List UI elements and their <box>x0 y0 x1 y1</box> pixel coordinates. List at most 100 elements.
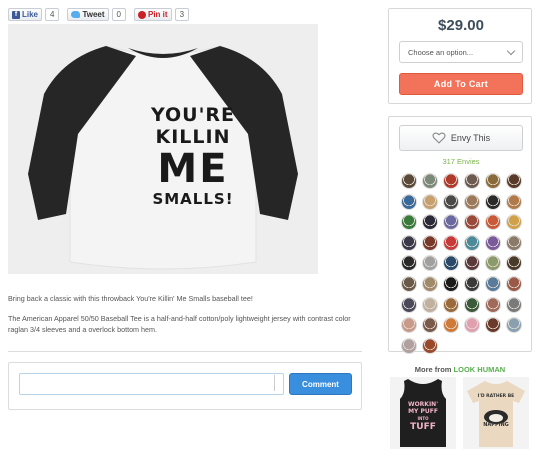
thumb2-line-1: I'D RATHER BE <box>477 394 515 399</box>
avatar[interactable] <box>485 193 501 210</box>
thumb2-line-2: NAPPING <box>483 422 509 428</box>
avatar[interactable] <box>443 193 459 210</box>
avatar[interactable] <box>422 296 438 313</box>
avatar[interactable] <box>506 296 522 313</box>
pinterest-icon <box>138 10 146 19</box>
avatar[interactable] <box>422 317 438 334</box>
shirt-line-1: YOU'RE <box>150 104 236 126</box>
section-divider <box>8 351 362 352</box>
option-select-placeholder: Choose an option... <box>408 47 474 57</box>
facebook-like-label: Like <box>22 10 39 19</box>
avatar[interactable] <box>401 275 417 292</box>
comment-form: Comment <box>8 362 362 410</box>
avatar[interactable] <box>443 234 459 251</box>
product-description-long: The American Apparel 50/50 Baseball Tee … <box>8 314 351 334</box>
avatar[interactable] <box>464 173 480 189</box>
avatar[interactable] <box>401 296 417 313</box>
thumb2-print: I'D RATHER BE NAPPING <box>463 393 529 429</box>
pin-it-count: 3 <box>174 8 190 21</box>
avatar[interactable] <box>485 234 501 251</box>
avatar[interactable] <box>506 173 522 189</box>
avatar[interactable] <box>485 214 501 231</box>
avatar[interactable] <box>506 255 522 272</box>
chevron-down-icon <box>506 46 516 56</box>
avatar[interactable] <box>443 255 459 272</box>
avatar[interactable] <box>485 275 501 292</box>
avatar[interactable] <box>443 173 459 189</box>
twitter-bird-icon <box>71 11 81 18</box>
avatar[interactable] <box>401 337 417 354</box>
shirt-line-3: ME <box>157 146 229 192</box>
envy-this-label: Envy This <box>450 133 491 143</box>
thumb1-line-3: INTO <box>417 416 429 421</box>
thumb1-line-4: TUFF <box>410 422 436 432</box>
avatar[interactable] <box>464 214 480 231</box>
avatar[interactable] <box>443 275 459 292</box>
more-from-prefix: More from <box>414 365 452 374</box>
avatar[interactable] <box>422 173 438 189</box>
avatar[interactable] <box>485 296 501 313</box>
purchase-panel: $29.00 Choose an option... Add To Cart <box>388 8 532 104</box>
tweet-button[interactable]: Tweet 0 <box>67 8 126 21</box>
avatar[interactable] <box>464 255 480 272</box>
avatar[interactable] <box>485 173 501 189</box>
pin-it-button[interactable]: Pin it 3 <box>134 8 190 21</box>
shirt-print-text: YOU'RE KILLIN ME SMALLS! <box>128 104 258 208</box>
related-product-thumbnail[interactable]: I'D RATHER BE NAPPING <box>463 377 529 449</box>
avatar[interactable] <box>422 234 438 251</box>
avatar[interactable] <box>401 173 417 189</box>
avatar[interactable] <box>443 214 459 231</box>
avatar[interactable] <box>443 317 459 334</box>
option-select[interactable]: Choose an option... <box>399 41 523 63</box>
heart-icon <box>432 132 446 144</box>
tweet-label: Tweet <box>82 10 105 19</box>
avatar[interactable] <box>401 317 417 334</box>
avatar[interactable] <box>464 296 480 313</box>
avatar[interactable] <box>401 234 417 251</box>
avatar[interactable] <box>464 234 480 251</box>
avatar[interactable] <box>485 317 501 334</box>
avatar[interactable] <box>443 296 459 313</box>
tweet-count: 0 <box>111 8 126 21</box>
avatar[interactable] <box>485 255 501 272</box>
resize-grip-icon[interactable] <box>274 375 280 391</box>
comment-input[interactable] <box>19 373 284 395</box>
avatar[interactable] <box>506 275 522 292</box>
avatar[interactable] <box>401 214 417 231</box>
social-share-bar: f Like 4 Tweet 0 Pin it 3 <box>8 8 190 21</box>
add-to-cart-button[interactable]: Add To Cart <box>399 73 523 95</box>
product-description-short: Bring back a classic with this throwback… <box>8 294 253 303</box>
thumb1-print: WORKIN' MY PUFF INTO TUFF <box>390 401 456 432</box>
avatar[interactable] <box>506 193 522 210</box>
avatar[interactable] <box>506 234 522 251</box>
avatar[interactable] <box>422 275 438 292</box>
pin-it-pill[interactable]: Pin it <box>134 8 172 21</box>
avatar[interactable] <box>422 193 438 210</box>
avatar[interactable] <box>464 193 480 210</box>
shirt-line-4: SMALLS! <box>152 190 234 208</box>
facebook-like-button[interactable]: f Like 4 <box>8 8 60 21</box>
avatar[interactable] <box>506 214 522 231</box>
avatar[interactable] <box>506 317 522 334</box>
tweet-pill[interactable]: Tweet <box>67 8 109 21</box>
facebook-like-pill[interactable]: f Like <box>8 8 43 21</box>
comment-button[interactable]: Comment <box>289 373 352 395</box>
more-from-brand-link[interactable]: LOOK HUMAN <box>454 365 506 374</box>
avatar[interactable] <box>464 275 480 292</box>
facebook-like-count: 4 <box>45 8 60 21</box>
more-from-heading: More from LOOK HUMAN <box>388 365 532 374</box>
envy-count[interactable]: 317 Envies <box>389 157 533 166</box>
avatar[interactable] <box>422 255 438 272</box>
thumb1-line-1: WORKIN' <box>407 401 439 408</box>
avatar[interactable] <box>422 337 438 354</box>
envy-this-button[interactable]: Envy This <box>399 125 523 151</box>
envy-panel: Envy This 317 Envies <box>388 116 533 354</box>
product-image[interactable]: YOU'RE KILLIN ME SMALLS! <box>8 24 318 274</box>
avatar[interactable] <box>401 255 417 272</box>
pin-it-label: Pin it <box>148 10 168 19</box>
avatar[interactable] <box>464 317 480 334</box>
avatar[interactable] <box>401 193 417 210</box>
related-product-thumbnail[interactable]: WORKIN' MY PUFF INTO TUFF <box>390 377 456 449</box>
avatar[interactable] <box>422 214 438 231</box>
envier-avatar-grid <box>401 173 525 354</box>
